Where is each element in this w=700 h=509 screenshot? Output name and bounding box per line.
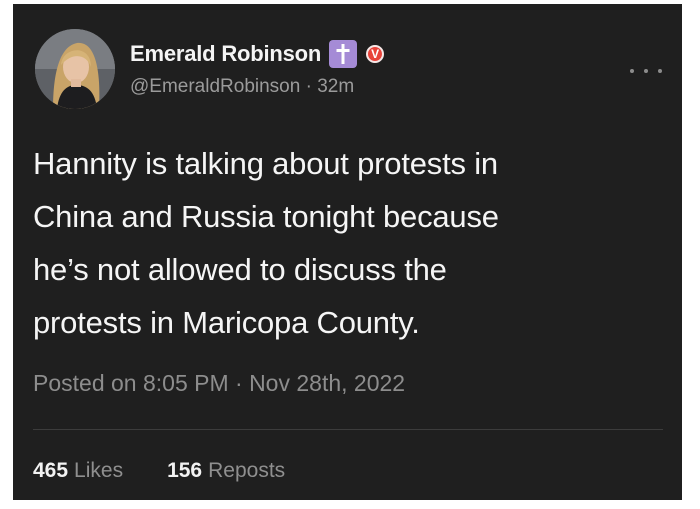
- avatar[interactable]: [35, 29, 115, 109]
- post-timestamp: Posted on 8:05 PM · Nov 28th, 2022: [33, 370, 406, 396]
- screenshot-frame: Emerald Robinson V @EmeraldRobinson · 32…: [0, 0, 700, 509]
- post-text-line: China and Russia tonight because: [33, 199, 499, 234]
- verified-badge-icon: V: [366, 45, 385, 63]
- handle-row: @EmeraldRobinson · 32m: [130, 76, 354, 98]
- likes-count: 465: [33, 459, 69, 482]
- likes-stat[interactable]: 465 Likes: [33, 459, 123, 483]
- dot: [658, 69, 662, 73]
- latin-cross-icon: [329, 40, 358, 68]
- post-text: Hannity is talking about protests in Chi…: [33, 137, 663, 349]
- display-name[interactable]: Emerald Robinson: [130, 41, 321, 67]
- reposts-count: 156: [167, 459, 203, 482]
- avatar-image: [35, 29, 115, 109]
- post-time-ago[interactable]: 32m: [317, 76, 354, 97]
- post-text-line: Hannity is talking about protests in: [33, 146, 498, 181]
- user-handle[interactable]: @EmeraldRobinson: [130, 76, 300, 97]
- divider: [33, 429, 663, 430]
- post-text-line: protests in Maricopa County.: [33, 305, 420, 340]
- likes-label: Likes: [74, 459, 124, 482]
- reposts-label: Reposts: [208, 459, 286, 482]
- reposts-stat[interactable]: 156 Reposts: [167, 459, 285, 483]
- more-options-icon[interactable]: [630, 64, 662, 78]
- post-text-line: he’s not allowed to discuss the: [33, 252, 447, 287]
- post-card: Emerald Robinson V @EmeraldRobinson · 32…: [13, 4, 682, 500]
- dot: [630, 69, 634, 73]
- separator-dot: ·: [305, 76, 318, 97]
- author-name-row: Emerald Robinson V: [130, 37, 385, 71]
- engagement-stats: 465 Likes 156 Reposts: [33, 459, 285, 483]
- dot: [644, 69, 648, 73]
